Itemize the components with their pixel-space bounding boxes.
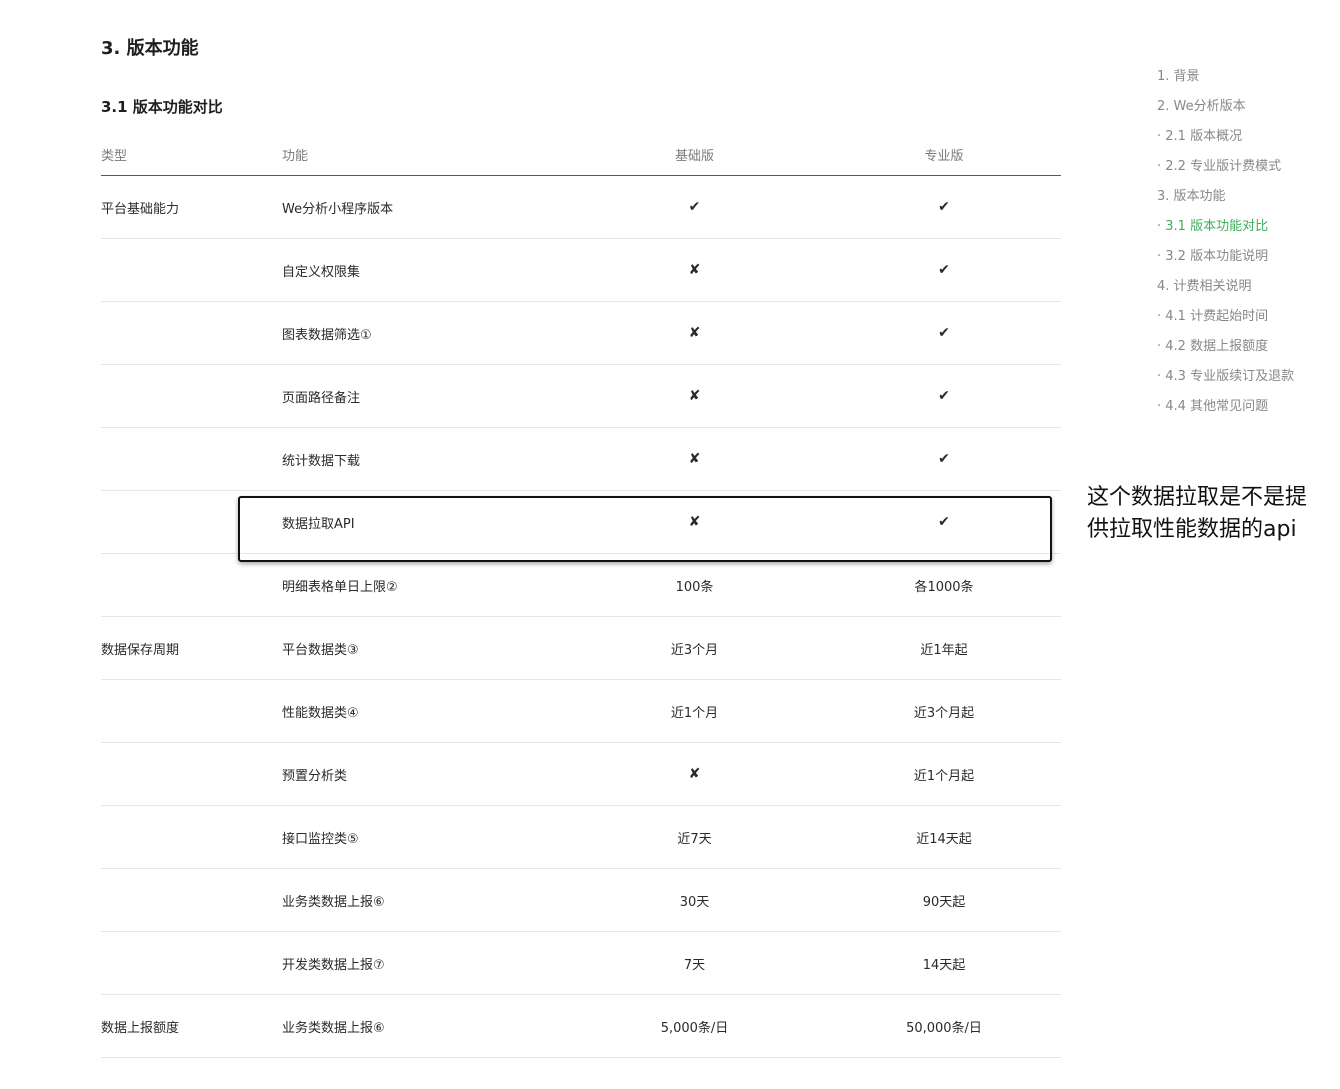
version-compare-table: 类型 功能 基础版 专业版 平台基础能力 We分析小程序版本 ✔ ✔ 自定义权限集 ✘ ✔ 图… (101, 133, 1061, 1058)
row-pro-cell: 90天起 (827, 868, 1061, 932)
header-basic: 基础版 (562, 133, 827, 176)
toc-item[interactable]: 3. 版本功能 (1157, 182, 1340, 212)
row-pro-cell: 近14天起 (827, 805, 1061, 869)
toc-item[interactable]: · 4.4 其他常见问题 (1157, 392, 1340, 422)
row-pro-cell: 近1年起 (827, 616, 1061, 680)
row-basic-cell: 7天 (562, 931, 827, 995)
row-type-cell (101, 364, 282, 428)
row-feature-cell: 接口监控类⑤ (282, 805, 562, 869)
row-basic-cell: 近7天 (562, 805, 827, 869)
table-row: 数据上报额度 业务类数据上报⑥ 5,000条/日 50,000条/日 (101, 994, 1061, 1058)
row-pro-cell: ✔ (827, 301, 1061, 365)
row-type-cell (101, 553, 282, 617)
header-pro: 专业版 (827, 133, 1061, 176)
row-pro-cell: 14天起 (827, 931, 1061, 995)
header-type: 类型 (101, 133, 282, 176)
row-basic-cell: ✘ (562, 742, 827, 806)
table-body: 平台基础能力 We分析小程序版本 ✔ ✔ 自定义权限集 ✘ ✔ 图表数据筛选① ✘ ✔ 页面路径备注… (101, 175, 1061, 1058)
row-feature-cell: We分析小程序版本 (282, 175, 562, 239)
table-row: 平台基础能力 We分析小程序版本 ✔ ✔ (101, 175, 1061, 239)
table-row: 自定义权限集 ✘ ✔ (101, 238, 1061, 302)
row-feature-cell: 平台数据类③ (282, 616, 562, 680)
row-pro-cell: 近3个月起 (827, 679, 1061, 743)
table-row: 数据保存周期 平台数据类③ 近3个月 近1年起 (101, 616, 1061, 680)
toc-item[interactable]: 4. 计费相关说明 (1157, 272, 1340, 302)
row-type-cell (101, 868, 282, 932)
row-pro-cell: ✔ (827, 427, 1061, 491)
toc-item[interactable]: · 3.1 版本功能对比 (1157, 212, 1340, 242)
row-basic-cell: ✘ (562, 301, 827, 365)
row-basic-cell: 近1个月 (562, 679, 827, 743)
table-row: 明细表格单日上限② 100条 各1000条 (101, 553, 1061, 617)
row-basic-cell: ✘ (562, 364, 827, 428)
row-basic-cell: ✔ (562, 175, 827, 239)
row-type-cell (101, 805, 282, 869)
row-basic-cell: 5,000条/日 (562, 994, 827, 1058)
table-row: 预置分析类 ✘ 近1个月起 (101, 742, 1061, 806)
row-feature-cell: 性能数据类④ (282, 679, 562, 743)
row-pro-cell: 近1个月起 (827, 742, 1061, 806)
row-type-cell: 数据上报额度 (101, 994, 282, 1058)
row-pro-cell: ✔ (827, 490, 1061, 554)
row-type-cell (101, 238, 282, 302)
row-basic-cell: 100条 (562, 553, 827, 617)
row-pro-cell: ✔ (827, 175, 1061, 239)
toc-item[interactable]: · 2.2 专业版计费模式 (1157, 152, 1340, 182)
row-type-cell (101, 679, 282, 743)
row-pro-cell: 各1000条 (827, 553, 1061, 617)
toc-item[interactable]: · 4.3 专业版续订及退款 (1157, 362, 1340, 392)
row-feature-cell: 统计数据下载 (282, 427, 562, 491)
table-of-contents: 1. 背景 2. We分析版本 · 2.1 版本概况 · 2.2 专业版计费模式 3. … (1157, 62, 1340, 422)
table-row: 业务类数据上报⑥ 30天 90天起 (101, 868, 1061, 932)
toc-item[interactable]: 2. We分析版本 (1157, 92, 1340, 122)
row-feature-cell: 开发类数据上报⑦ (282, 931, 562, 995)
toc-item[interactable]: · 4.2 数据上报额度 (1157, 332, 1340, 362)
row-pro-cell: ✔ (827, 238, 1061, 302)
row-type-cell (101, 301, 282, 365)
row-basic-cell: ✘ (562, 238, 827, 302)
row-feature-cell: 图表数据筛选① (282, 301, 562, 365)
row-basic-cell: 近3个月 (562, 616, 827, 680)
toc-item[interactable]: · 2.1 版本概况 (1157, 122, 1340, 152)
row-feature-cell: 业务类数据上报⑥ (282, 994, 562, 1058)
table-row: 接口监控类⑤ 近7天 近14天起 (101, 805, 1061, 869)
row-feature-cell: 预置分析类 (282, 742, 562, 806)
row-pro-cell: ✔ (827, 364, 1061, 428)
row-type-cell: 平台基础能力 (101, 175, 282, 239)
table-row: 开发类数据上报⑦ 7天 14天起 (101, 931, 1061, 995)
row-type-cell: 数据保存周期 (101, 616, 282, 680)
annotation-note: 这个数据拉取是不是提供拉取性能数据的api (1087, 485, 1308, 542)
table-row: 图表数据筛选① ✘ ✔ (101, 301, 1061, 365)
table-header-row: 类型 功能 基础版 专业版 (101, 133, 1061, 176)
toc-item[interactable]: · 4.1 计费起始时间 (1157, 302, 1340, 332)
table-row: 页面路径备注 ✘ ✔ (101, 364, 1061, 428)
toc-item[interactable]: 1. 背景 (1157, 62, 1340, 92)
row-feature-cell: 业务类数据上报⑥ (282, 868, 562, 932)
subsection-title: 3.1 版本功能对比 (101, 98, 223, 116)
row-type-cell (101, 931, 282, 995)
toc-item[interactable]: · 3.2 版本功能说明 (1157, 242, 1340, 272)
row-type-cell (101, 490, 282, 554)
header-feature: 功能 (282, 133, 562, 176)
table-row: 性能数据类④ 近1个月 近3个月起 (101, 679, 1061, 743)
table-row: 统计数据下载 ✘ ✔ (101, 427, 1061, 491)
row-basic-cell: ✘ (562, 490, 827, 554)
section-title: 3. 版本功能 (101, 38, 199, 59)
row-basic-cell: 30天 (562, 868, 827, 932)
row-feature-cell: 明细表格单日上限② (282, 553, 562, 617)
row-pro-cell: 50,000条/日 (827, 994, 1061, 1058)
row-feature-cell: 数据拉取API (282, 490, 562, 554)
row-feature-cell: 页面路径备注 (282, 364, 562, 428)
row-feature-cell: 自定义权限集 (282, 238, 562, 302)
row-type-cell (101, 427, 282, 491)
row-type-cell (101, 742, 282, 806)
table-row: 数据拉取API ✘ ✔ (101, 490, 1061, 554)
row-basic-cell: ✘ (562, 427, 827, 491)
